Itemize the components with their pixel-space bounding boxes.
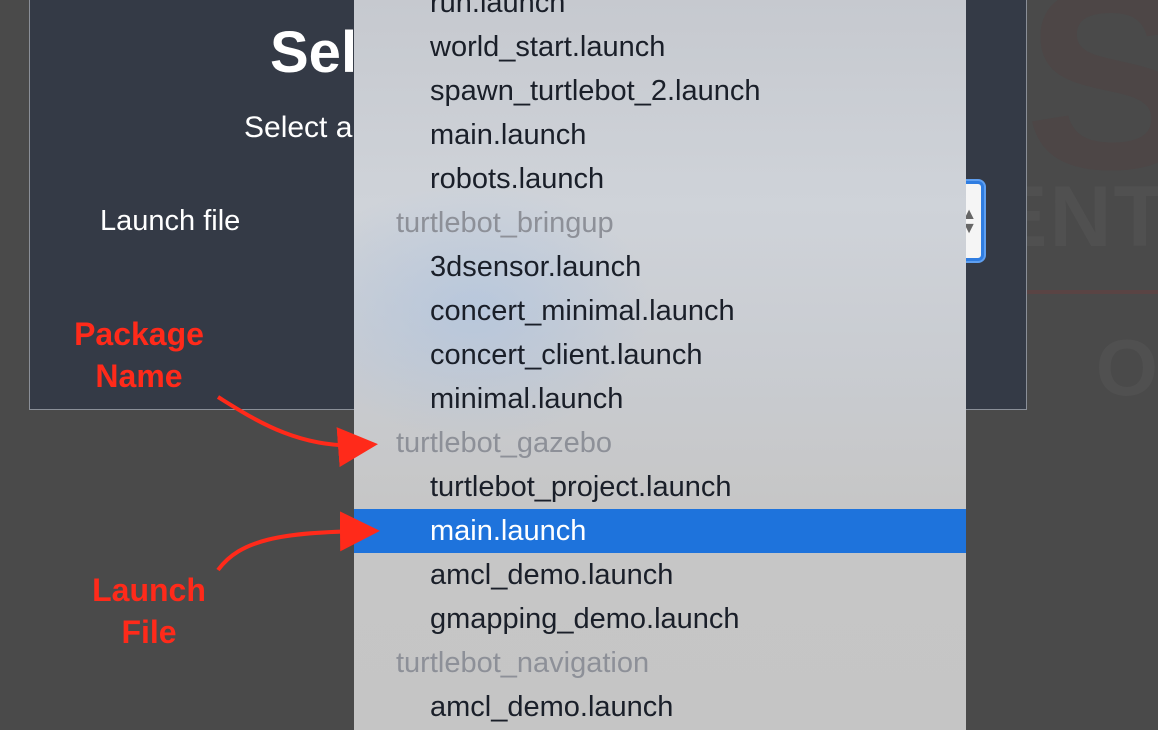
arrow-to-package-name [216, 395, 378, 468]
annotation-arrows [216, 395, 380, 572]
arrow-to-launch-file [216, 511, 380, 572]
